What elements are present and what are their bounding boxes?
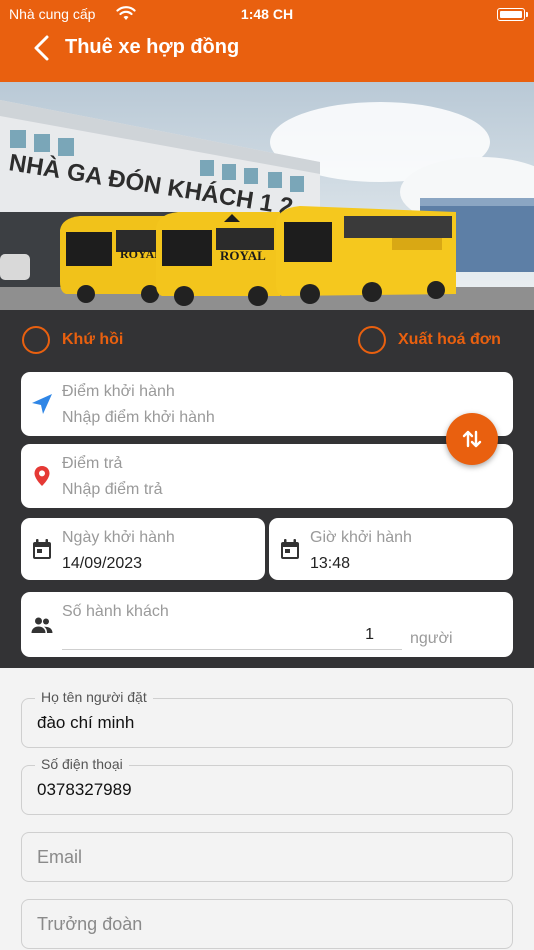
swap-locations-button[interactable] <box>446 413 498 465</box>
calendar-icon <box>33 539 51 559</box>
invoice-radio[interactable] <box>358 326 386 354</box>
invoice-label: Xuất hoá đơn <box>398 331 501 348</box>
email-input[interactable]: Email <box>37 847 82 868</box>
departure-time-field[interactable]: Giờ khởi hành 13:48 <box>269 518 513 580</box>
departure-input[interactable]: Nhập điểm khởi hành <box>62 409 215 427</box>
group-leader-field[interactable]: Trưởng đoàn <box>21 899 513 949</box>
booker-name-label: Họ tên người đặt <box>35 689 153 705</box>
battery-icon <box>497 8 528 21</box>
back-arrow-icon[interactable] <box>30 34 54 62</box>
status-time: 1:48 CH <box>240 6 294 22</box>
location-pin-icon <box>34 466 50 486</box>
bus-brand: ROYAL <box>120 247 162 261</box>
navigation-arrow-icon <box>32 394 52 414</box>
destination-input[interactable]: Nhập điểm trả <box>62 481 163 499</box>
people-icon <box>31 617 53 633</box>
banner-image: NHÀ GA ĐÓN KHÁCH 1 2 ROYAL ROYAL <box>0 82 534 310</box>
departure-date-value[interactable]: 14/09/2023 <box>62 555 142 573</box>
passenger-unit: người <box>410 630 453 647</box>
page-title: Thuê xe hợp đồng <box>65 36 240 58</box>
departure-time-value[interactable]: 13:48 <box>310 555 350 573</box>
invoice-option[interactable]: Xuất hoá đơn <box>358 326 501 354</box>
departure-time-label: Giờ khởi hành <box>310 529 412 546</box>
passenger-count-label: Số hành khách <box>62 603 169 620</box>
round-trip-radio[interactable] <box>22 326 50 354</box>
passenger-count-input[interactable]: 1 <box>62 626 402 650</box>
departure-field[interactable]: Điểm khởi hành Nhập điểm khởi hành <box>21 372 513 436</box>
passenger-count-field[interactable]: Số hành khách 1 người <box>21 592 513 657</box>
departure-label: Điểm khởi hành <box>62 383 175 400</box>
phone-value[interactable]: 0378327989 <box>37 780 132 800</box>
departure-date-field[interactable]: Ngày khởi hành 14/09/2023 <box>21 518 265 580</box>
status-bar: Nhà cung cấp 1:48 CH <box>0 4 534 26</box>
trip-form-panel: Khứ hồi Xuất hoá đơn Điểm khởi hành Nhập… <box>0 310 534 668</box>
app-header: Nhà cung cấp 1:48 CH Thuê xe hợp đồng <box>0 0 534 82</box>
bus-brand: ROYAL <box>220 248 266 263</box>
booker-name-value[interactable]: đào chí minh <box>37 713 134 733</box>
phone-label: Số điện thoại <box>35 756 129 772</box>
passenger-count-value: 1 <box>365 626 374 643</box>
round-trip-label: Khứ hồi <box>62 331 124 348</box>
departure-date-label: Ngày khởi hành <box>62 529 175 546</box>
swap-arrows-icon <box>462 430 482 448</box>
calendar-icon <box>281 539 299 559</box>
destination-field[interactable]: Điểm trả Nhập điểm trả <box>21 444 513 508</box>
email-field[interactable]: Email <box>21 832 513 882</box>
round-trip-option[interactable]: Khứ hồi <box>22 326 123 354</box>
destination-label: Điểm trả <box>62 455 123 472</box>
group-leader-input[interactable]: Trưởng đoàn <box>37 914 142 935</box>
booker-name-field[interactable]: Họ tên người đặt đào chí minh <box>21 689 513 748</box>
phone-field[interactable]: Số điện thoại 0378327989 <box>21 756 513 815</box>
